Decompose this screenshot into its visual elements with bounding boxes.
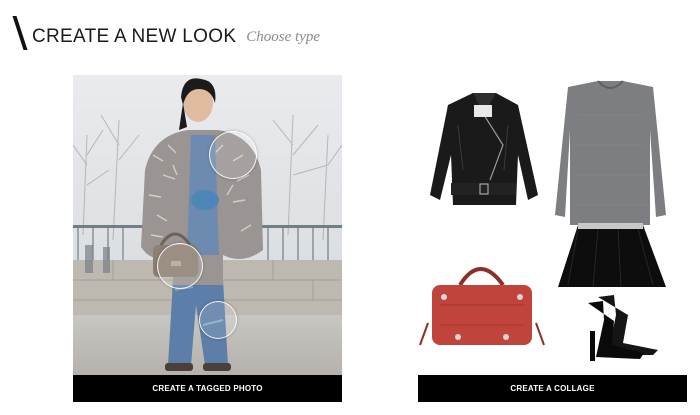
tag-marker-shoulder[interactable] [209, 131, 257, 179]
page-header: CREATE A NEW LOOK Choose type [12, 10, 321, 50]
tag-marker-jeans[interactable] [199, 301, 237, 339]
tag-marker-bag[interactable] [157, 243, 203, 289]
slash-mark [12, 16, 28, 50]
grey-sweater-item [555, 80, 666, 225]
collage-items [419, 80, 666, 361]
tagged-photo-option[interactable]: CREATE A TAGGED PHOTO [73, 75, 342, 402]
create-tagged-photo-button[interactable]: CREATE A TAGGED PHOTO [73, 375, 342, 402]
red-handbag-item [419, 267, 545, 346]
page-title: CREATE A NEW LOOK [32, 26, 237, 47]
tagged-photo-preview[interactable] [73, 75, 342, 375]
black-sandals-item [588, 295, 658, 361]
black-skirt-item [558, 223, 666, 288]
collage-option[interactable]: CREATE A COLLAGE [418, 75, 687, 402]
leather-jacket-item [430, 93, 538, 205]
create-collage-button[interactable]: CREATE A COLLAGE [418, 375, 687, 402]
page-subtitle: Choose type [246, 29, 321, 45]
collage-preview[interactable] [418, 75, 687, 375]
